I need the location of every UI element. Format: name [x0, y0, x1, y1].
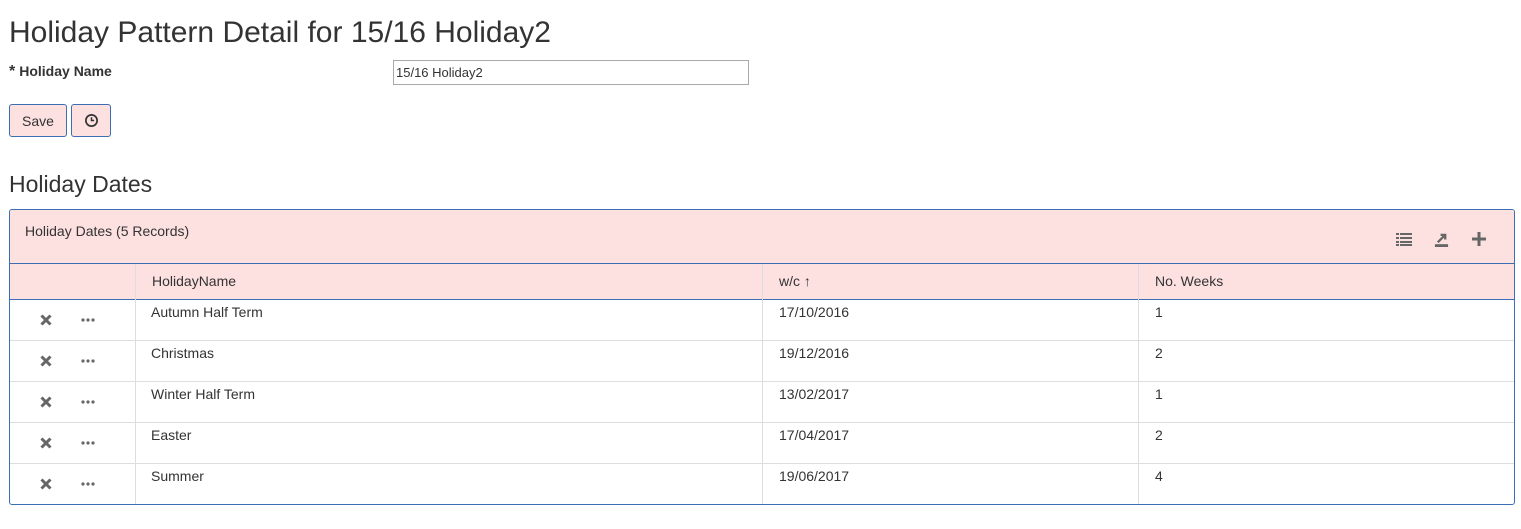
- wc-cell: 17/04/2017: [779, 427, 850, 443]
- wc-cell: 13/02/2017: [779, 386, 850, 402]
- wc-cell: 19/12/2016: [779, 345, 850, 361]
- column-header-holiday-name[interactable]: HolidayName: [152, 264, 236, 299]
- page-title: Holiday Pattern Detail for 15/16 Holiday…: [9, 16, 551, 49]
- grid-title: Holiday Dates (5 Records): [25, 223, 190, 239]
- ellipsis-icon[interactable]: [81, 313, 95, 327]
- table-row: Winter Half Term 13/02/2017 1: [10, 381, 1514, 423]
- table-row: Summer 19/06/2017 4: [10, 463, 1514, 504]
- delete-icon[interactable]: [39, 436, 53, 450]
- ellipsis-icon[interactable]: [81, 477, 95, 491]
- ellipsis-icon[interactable]: [81, 354, 95, 368]
- clock-icon: [84, 114, 98, 127]
- delete-icon[interactable]: [39, 395, 53, 409]
- required-mark: *: [9, 63, 16, 80]
- table-row: Autumn Half Term 17/10/2016 1: [10, 299, 1514, 341]
- plus-icon[interactable]: [1470, 230, 1488, 248]
- holiday-name-label-text: Holiday Name: [19, 63, 112, 79]
- no-weeks-cell: 1: [1155, 304, 1163, 320]
- delete-icon[interactable]: [39, 354, 53, 368]
- table-row: Christmas 19/12/2016 2: [10, 340, 1514, 382]
- no-weeks-cell: 2: [1155, 427, 1163, 443]
- delete-icon[interactable]: [39, 313, 53, 327]
- holiday-name-cell: Winter Half Term: [151, 386, 255, 402]
- ellipsis-icon[interactable]: [81, 395, 95, 409]
- wc-cell: 17/10/2016: [779, 304, 850, 320]
- save-button[interactable]: Save: [9, 104, 67, 137]
- holiday-name-cell: Christmas: [151, 345, 215, 361]
- no-weeks-cell: 1: [1155, 386, 1163, 402]
- delete-icon[interactable]: [39, 477, 53, 491]
- wc-cell: 19/06/2017: [779, 468, 850, 484]
- column-header-wc[interactable]: w/c ↑: [779, 264, 811, 299]
- holiday-name-cell: Summer: [151, 468, 204, 484]
- holiday-name-cell: Autumn Half Term: [151, 304, 263, 320]
- ellipsis-icon[interactable]: [81, 436, 95, 450]
- holiday-name-row: * Holiday Name: [9, 60, 749, 86]
- grid-header: Holiday Dates (5 Records): [10, 210, 1514, 264]
- holiday-dates-grid: Holiday Dates (5 Records) HolidayName w/…: [9, 209, 1515, 505]
- history-button[interactable]: [71, 104, 111, 137]
- column-header-no-weeks[interactable]: No. Weeks: [1155, 264, 1223, 299]
- holiday-name-input[interactable]: [393, 60, 749, 85]
- section-title: Holiday Dates: [9, 171, 153, 197]
- no-weeks-cell: 4: [1155, 468, 1163, 484]
- holiday-name-label: * Holiday Name: [9, 63, 112, 81]
- table-row: Easter 17/04/2017 2: [10, 422, 1514, 464]
- export-icon[interactable]: [1432, 230, 1450, 248]
- list-icon[interactable]: [1395, 230, 1413, 248]
- holiday-name-cell: Easter: [151, 427, 192, 443]
- no-weeks-cell: 2: [1155, 345, 1163, 361]
